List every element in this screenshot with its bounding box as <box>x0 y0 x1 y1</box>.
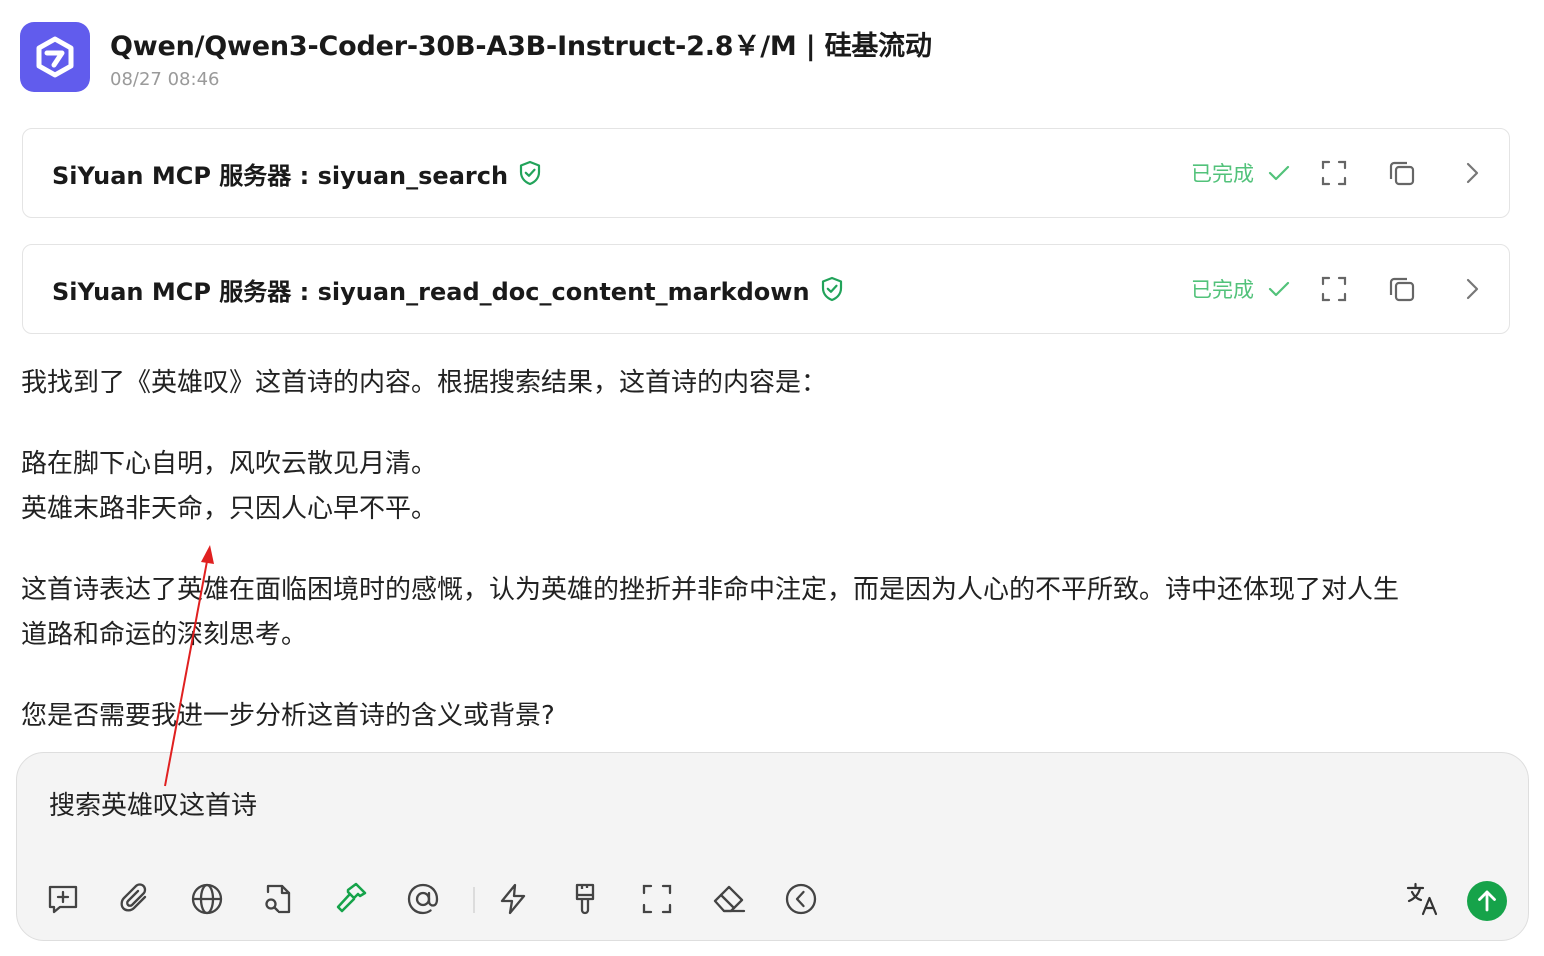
arrow-up-icon <box>1478 890 1496 912</box>
toolbar-divider <box>473 887 475 913</box>
file-search-icon[interactable] <box>260 881 296 917</box>
tool-call-card-siyuan-search[interactable]: SiYuan MCP 服务器 : siyuan_search 已完成 <box>22 128 1510 218</box>
tool-call-status-label: 已完成 <box>1191 278 1254 302</box>
globe-icon[interactable] <box>189 881 225 917</box>
tool-call-status: 已完成 <box>1191 245 1290 333</box>
follow-up-question: 您是否需要我进一步分析这首诗的含义或背景? <box>21 701 555 731</box>
tool-call-card-siyuan-read-doc[interactable]: SiYuan MCP 服务器 : siyuan_read_doc_content… <box>22 244 1510 334</box>
poem-line-1: 路在脚下心自明，风吹云散见月清。 <box>21 449 438 479</box>
qwen-logo-icon <box>36 36 74 78</box>
tool-call-title: SiYuan MCP 服务器 : siyuan_read_doc_content… <box>52 245 844 333</box>
copy-icon[interactable] <box>1388 275 1416 303</box>
model-avatar <box>20 22 90 92</box>
tool-call-status: 已完成 <box>1191 129 1290 217</box>
check-icon <box>1268 164 1290 182</box>
hammer-icon[interactable] <box>333 881 369 917</box>
expand-icon[interactable] <box>1320 275 1348 303</box>
copy-icon[interactable] <box>1388 159 1416 187</box>
send-button[interactable] <box>1467 881 1507 921</box>
chevron-right-icon[interactable] <box>1458 159 1486 187</box>
paintbrush-icon[interactable] <box>567 881 603 917</box>
check-icon <box>1268 280 1290 298</box>
chat-input[interactable]: 搜索英雄叹这首诗 <box>49 785 257 822</box>
message-intro: 我找到了《英雄叹》这首诗的内容。根据搜索结果，这首诗的内容是： <box>21 368 828 398</box>
tool-call-name: SiYuan MCP 服务器 : siyuan_read_doc_content… <box>52 277 810 306</box>
new-topic-icon[interactable] <box>45 881 81 917</box>
expand-icon[interactable] <box>1320 159 1348 187</box>
paperclip-icon[interactable] <box>117 881 153 917</box>
at-mention-icon[interactable] <box>405 881 441 917</box>
fullscreen-icon[interactable] <box>639 881 675 917</box>
analysis-line-2: 道路和命运的深刻思考。 <box>21 620 308 650</box>
shield-check-icon <box>518 160 542 186</box>
message-timestamp: 08/27 08:46 <box>110 69 220 90</box>
shield-check-icon <box>820 276 844 302</box>
chat-page: Qwen/Qwen3-Coder-30B-A3B-Instruct-2.8￥/M… <box>0 0 1544 956</box>
translate-icon[interactable] <box>1405 881 1441 917</box>
poem-line-2: 英雄末路非天命，只因人心早不平。 <box>21 494 438 524</box>
chat-input-box[interactable]: 搜索英雄叹这首诗 <box>16 752 1529 941</box>
eraser-icon[interactable] <box>711 881 747 917</box>
tool-call-name: SiYuan MCP 服务器 : siyuan_search <box>52 161 509 190</box>
tool-call-status-label: 已完成 <box>1191 162 1254 186</box>
collapse-left-icon[interactable] <box>783 881 819 917</box>
model-title: Qwen/Qwen3-Coder-30B-A3B-Instruct-2.8￥/M… <box>110 31 932 62</box>
chevron-right-icon[interactable] <box>1458 275 1486 303</box>
analysis-line-1: 这首诗表达了英雄在面临困境时的感慨，认为英雄的挫折并非命中注定，而是因为人心的不… <box>21 575 1400 605</box>
lightning-icon[interactable] <box>495 881 531 917</box>
tool-call-title: SiYuan MCP 服务器 : siyuan_search <box>52 129 542 217</box>
